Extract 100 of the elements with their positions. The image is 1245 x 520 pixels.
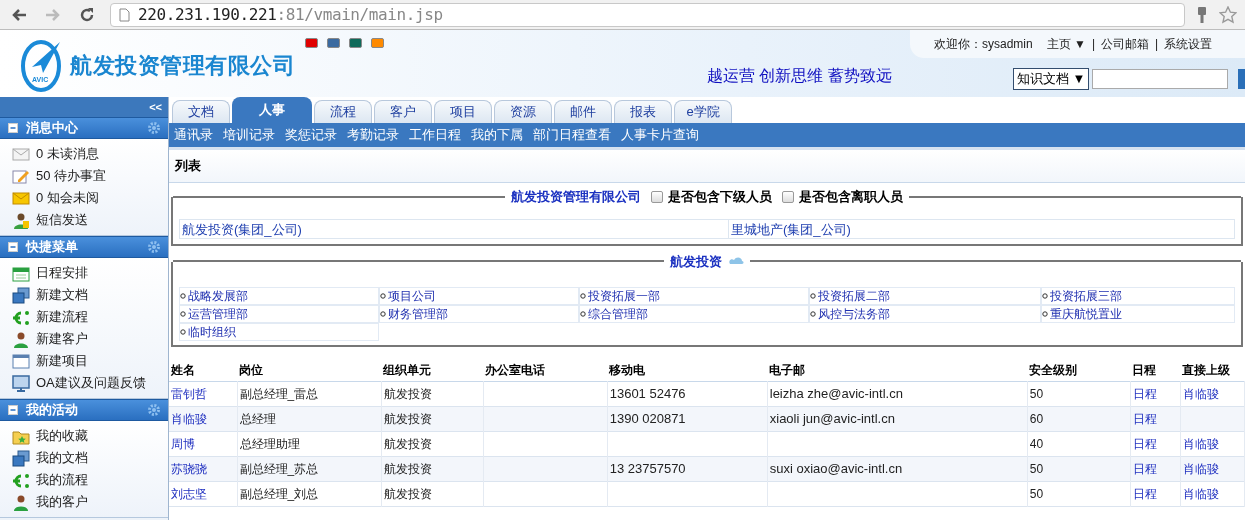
department-link[interactable]: 临时组织: [179, 323, 379, 341]
nav-link[interactable]: 主页 ▼: [1046, 35, 1086, 53]
table-link[interactable]: 肖临骏: [1182, 386, 1219, 401]
department-link[interactable]: 重庆航悦置业: [1041, 305, 1235, 323]
bullet-icon: [1042, 311, 1048, 317]
department-link[interactable]: 投资拓展三部: [1041, 287, 1235, 305]
company-link[interactable]: 航发投资(集团_公司): [180, 219, 728, 238]
table-link[interactable]: 肖临骏: [1182, 436, 1219, 451]
sidebar-item[interactable]: 日程安排: [0, 262, 168, 284]
column-header: 直接上级: [1180, 359, 1245, 381]
checkbox[interactable]: [651, 190, 663, 203]
scope-dropdown[interactable]: 知识文档 ▼: [1013, 68, 1089, 90]
table-link[interactable]: 雷钊哲: [171, 386, 207, 401]
checkbox[interactable]: [782, 190, 794, 203]
table-cell: 1390 020871: [609, 410, 686, 426]
separator-text: |: [1091, 36, 1096, 53]
url-text: 220.231.190.221:81/vmain/main.jsp: [138, 3, 443, 26]
subnav-link[interactable]: 人事卡片查询: [621, 125, 699, 145]
search-field[interactable]: [1092, 69, 1228, 89]
reload-icon: [79, 6, 95, 23]
sidebar-item[interactable]: 50 待办事宜: [0, 165, 168, 187]
sidebar-item[interactable]: OA建议及问题反馈: [0, 372, 168, 394]
company-legend: 航发投资管理有限公司: [511, 187, 641, 207]
department-link[interactable]: 投资拓展一部: [579, 287, 809, 305]
sidebar-item[interactable]: 0 知会未阅: [0, 187, 168, 209]
department-link[interactable]: 战略发展部: [179, 287, 379, 305]
theme-swatch[interactable]: [305, 38, 318, 48]
subnav-link[interactable]: 通讯录: [174, 125, 213, 145]
table-link[interactable]: 苏骁骁: [171, 461, 207, 476]
tab[interactable]: 资源: [494, 100, 552, 123]
department-link[interactable]: 投资拓展二部: [809, 287, 1041, 305]
tab[interactable]: 文档: [172, 100, 230, 123]
sidebar-item[interactable]: 短信发送: [0, 209, 168, 231]
table-link[interactable]: 周博: [171, 436, 195, 451]
nav-link[interactable]: 系统设置: [1164, 35, 1213, 53]
table-cell: 40: [1029, 436, 1044, 451]
table-cell: xiaoli jun@avic-intl.cn: [769, 410, 895, 426]
bullet-icon: [810, 311, 816, 317]
back-icon: [11, 7, 27, 22]
sidebar-item[interactable]: 我的收藏: [0, 425, 168, 447]
sidebar-item[interactable]: 新建文档: [0, 284, 168, 306]
tab[interactable]: 流程: [314, 100, 372, 123]
sidebar-item[interactable]: 新建项目: [0, 350, 168, 372]
envelope-icon: [12, 145, 30, 163]
column-header: 办公室电话: [483, 359, 608, 381]
sidebar-item[interactable]: 我的流程: [0, 469, 168, 491]
department-link[interactable]: 项目公司: [379, 287, 579, 305]
sidebar-item[interactable]: 我的文档: [0, 447, 168, 469]
pencil-note-icon: [12, 167, 30, 185]
theme-swatch[interactable]: [327, 38, 340, 48]
table-cell: 航发投资: [383, 386, 432, 401]
tab[interactable]: 报表: [614, 100, 672, 123]
bullet-icon: [380, 293, 386, 299]
table-cell: 60: [1029, 411, 1044, 426]
table-cell: 航发投资: [383, 411, 432, 426]
table-cell: suxi oxiao@avic-intl.cn: [769, 460, 903, 476]
sidebar-item[interactable]: 新建客户: [0, 328, 168, 350]
table-link[interactable]: 肖临骏: [1182, 486, 1219, 501]
address-bar[interactable]: 220.231.190.221:81/vmain/main.jsp: [110, 2, 1185, 27]
collapse-button[interactable]: <<: [149, 98, 162, 116]
theme-swatch[interactable]: [371, 38, 384, 48]
subnav-link[interactable]: 部门日程查看: [533, 125, 611, 145]
table-link[interactable]: 日程: [1132, 411, 1157, 426]
table-link[interactable]: 肖临骏: [171, 411, 207, 426]
subnav-link[interactable]: 工作日程: [409, 125, 461, 145]
nav-link[interactable]: 公司邮箱: [1101, 35, 1150, 53]
tab[interactable]: 邮件: [554, 100, 612, 123]
bullet-icon: [1042, 293, 1048, 299]
table-link[interactable]: 日程: [1132, 461, 1157, 476]
sidebar-item[interactable]: 0 未读消息: [0, 143, 168, 165]
windows-icon: [12, 286, 30, 304]
table-cell: 副总经理_刘总: [239, 486, 319, 501]
theme-swatch[interactable]: [349, 38, 362, 48]
window-icon: [12, 352, 30, 370]
table-link[interactable]: 肖临骏: [1182, 461, 1219, 476]
sidebar-item[interactable]: 新建流程: [0, 306, 168, 328]
tab[interactable]: 人事: [232, 97, 312, 123]
subnav-link[interactable]: 考勤记录: [347, 125, 399, 145]
table-link[interactable]: 日程: [1132, 436, 1157, 451]
sidebar-item[interactable]: 我的客户: [0, 491, 168, 513]
table-link[interactable]: 刘志坚: [171, 486, 207, 501]
monitor-icon: [12, 374, 30, 392]
department-link[interactable]: 运营管理部: [179, 305, 379, 323]
cloud-icon: [728, 256, 744, 267]
tab[interactable]: 客户: [374, 100, 432, 123]
company-link[interactable]: 里城地产(集团_公司): [728, 219, 1234, 238]
subnav-link[interactable]: 培训记录: [223, 125, 275, 145]
department-link[interactable]: 风控与法务部: [809, 305, 1041, 323]
column-header: 岗位: [237, 359, 382, 381]
table-cell: 航发投资: [383, 486, 432, 501]
table-link[interactable]: 日程: [1132, 386, 1157, 401]
tab[interactable]: 项目: [434, 100, 492, 123]
department-link[interactable]: 财务管理部: [379, 305, 579, 323]
table-link[interactable]: 日程: [1132, 486, 1157, 501]
department-link[interactable]: 综合管理部: [579, 305, 809, 323]
calendar-icon: [12, 264, 30, 282]
tab[interactable]: e学院: [674, 100, 732, 123]
subnav-link[interactable]: 奖惩记录: [285, 125, 337, 145]
settings-icon: [148, 122, 160, 134]
subnav-link[interactable]: 我的下属: [471, 125, 523, 145]
